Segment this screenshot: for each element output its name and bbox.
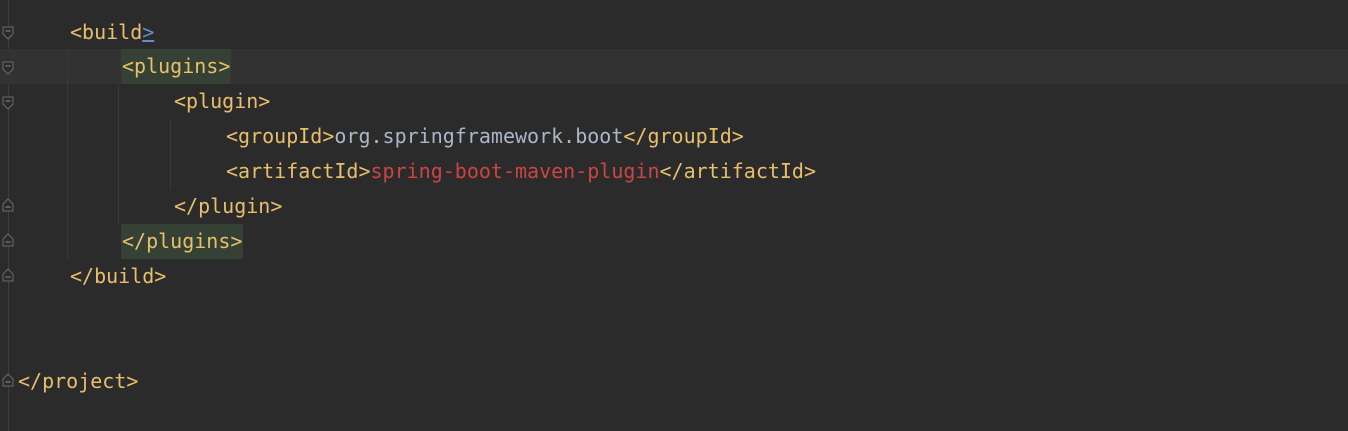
code-editor[interactable]: <build> <plugins> <plugin> <groupId>org.… xyxy=(0,0,1348,431)
code-line-plugins-open[interactable]: <plugins> xyxy=(121,49,232,84)
xml-text-value: org.springframework.boot xyxy=(334,124,624,148)
code-line-build-open[interactable]: <build> xyxy=(70,15,154,50)
fold-end-icon[interactable] xyxy=(2,198,14,212)
code-line-plugin-close[interactable]: </plugin> xyxy=(174,189,282,224)
xml-tag: </groupId> xyxy=(623,124,744,148)
fold-end-icon[interactable] xyxy=(2,268,14,282)
fold-collapse-icon[interactable] xyxy=(2,96,14,110)
xml-tag: <plugin> xyxy=(174,89,271,113)
code-line-artifact-id[interactable]: <artifactId>spring-boot-maven-plugin</ar… xyxy=(226,154,816,189)
xml-tag: <build xyxy=(70,20,143,44)
xml-tag-highlighted: </plugins> xyxy=(121,224,244,259)
xml-error-value: spring-boot-maven-plugin xyxy=(370,159,660,183)
fold-end-icon[interactable] xyxy=(2,233,14,247)
indent-guide xyxy=(118,85,119,225)
code-line-group-id[interactable]: <groupId>org.springframework.boot</group… xyxy=(226,119,744,154)
xml-tag: </project> xyxy=(18,369,139,393)
xml-tag: <groupId> xyxy=(226,124,335,148)
xml-tag: <artifactId> xyxy=(226,159,371,183)
fold-collapse-icon[interactable] xyxy=(2,61,14,75)
code-line-project-close[interactable]: </project> xyxy=(18,364,138,399)
indent-guide xyxy=(67,50,68,260)
matching-bracket: > xyxy=(142,20,155,44)
xml-tag: </build> xyxy=(70,264,167,288)
xml-tag-highlighted: <plugins> xyxy=(121,49,232,84)
xml-tag: </artifactId> xyxy=(659,159,817,183)
xml-tag: </plugin> xyxy=(174,194,283,218)
code-line-plugin-open[interactable]: <plugin> xyxy=(174,84,270,119)
fold-end-icon[interactable] xyxy=(2,373,14,387)
code-line-plugins-close[interactable]: </plugins> xyxy=(121,224,244,259)
code-line-build-close[interactable]: </build> xyxy=(70,259,166,294)
indent-guide xyxy=(170,120,171,190)
fold-collapse-icon[interactable] xyxy=(2,26,14,40)
